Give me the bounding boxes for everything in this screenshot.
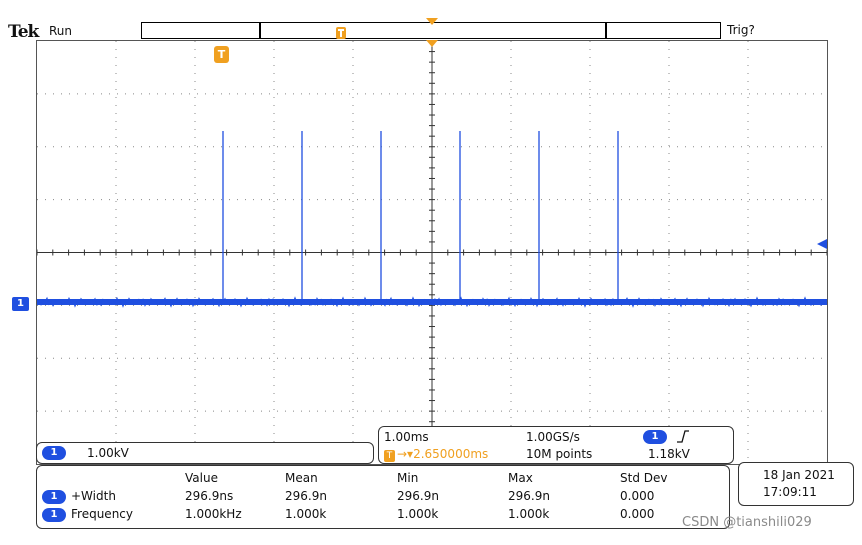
row1-min: 296.9n — [397, 489, 439, 503]
trigger-level-arrow-icon — [817, 239, 827, 249]
trigger-position-icon — [336, 27, 346, 39]
oscilloscope-screen: Tek Run Trig? T 1 1 1.00kV 1.00ms 1.00GS… — [0, 0, 862, 545]
time-per-div: 1.00ms — [384, 430, 429, 444]
row2-max: 1.000k — [508, 507, 550, 521]
waveform-display — [37, 41, 827, 464]
measurement-table[interactable]: Value Mean Min Max Std Dev 1 +Width 296.… — [36, 465, 730, 529]
header-mean: Mean — [285, 471, 318, 485]
time: 17:09:11 — [763, 485, 817, 499]
header-max: Max — [508, 471, 533, 485]
graticule — [36, 40, 828, 465]
date-time-readout: 18 Jan 2021 17:09:11 — [738, 462, 854, 506]
sample-rate: 1.00GS/s — [526, 430, 580, 444]
arrow-icon: →▾ — [397, 447, 414, 461]
acquisition-status: Run — [49, 24, 73, 38]
row1-max: 296.9n — [508, 489, 550, 503]
channel-scale-readout[interactable]: 1 1.00kV — [36, 442, 374, 464]
brand-logo: Tek — [8, 22, 39, 42]
row2-value: 1.000kHz — [185, 507, 242, 521]
header-min: Min — [397, 471, 419, 485]
header-value: Value — [185, 471, 218, 485]
trigger-position: 2.650000ms — [413, 447, 489, 461]
row1-mean: 296.9n — [285, 489, 327, 503]
watermark: CSDN @tianshili029 — [682, 515, 812, 530]
channel-1-badge: 1 — [42, 446, 66, 460]
horizontal-readout[interactable]: 1.00ms 1.00GS/s 1 T →▾2.650000ms 10M poin… — [378, 426, 734, 464]
trigger-position-readout: T →▾2.650000ms — [384, 447, 488, 462]
row2-std-dev: 0.000 — [620, 507, 655, 521]
channel-scale: 1.00kV — [87, 446, 129, 460]
trigger-center-icon — [426, 40, 438, 47]
trigger-time-marker: T — [214, 46, 229, 63]
row1-std-dev: 0.000 — [620, 489, 655, 503]
trigger-level: 1.18kV — [648, 447, 690, 461]
row1-value: 296.9ns — [185, 489, 234, 503]
row1-name: +Width — [71, 489, 116, 503]
trigger-point-top-icon — [426, 18, 438, 25]
rising-edge-icon — [677, 430, 689, 443]
trigger-channel-badge: 1 — [643, 430, 667, 444]
channel-1-ground-marker[interactable]: 1 — [12, 297, 29, 311]
row2-name: Frequency — [71, 507, 133, 521]
record-length: 10M points — [526, 447, 593, 461]
row1-channel-badge: 1 — [42, 490, 66, 504]
date: 18 Jan 2021 — [763, 468, 835, 482]
row2-min: 1.000k — [397, 507, 439, 521]
trigger-status: Trig? — [727, 23, 755, 37]
trigger-t-icon: T — [384, 450, 395, 462]
header-std-dev: Std Dev — [620, 471, 668, 485]
row2-channel-badge: 1 — [42, 508, 66, 522]
row2-mean: 1.000k — [285, 507, 327, 521]
